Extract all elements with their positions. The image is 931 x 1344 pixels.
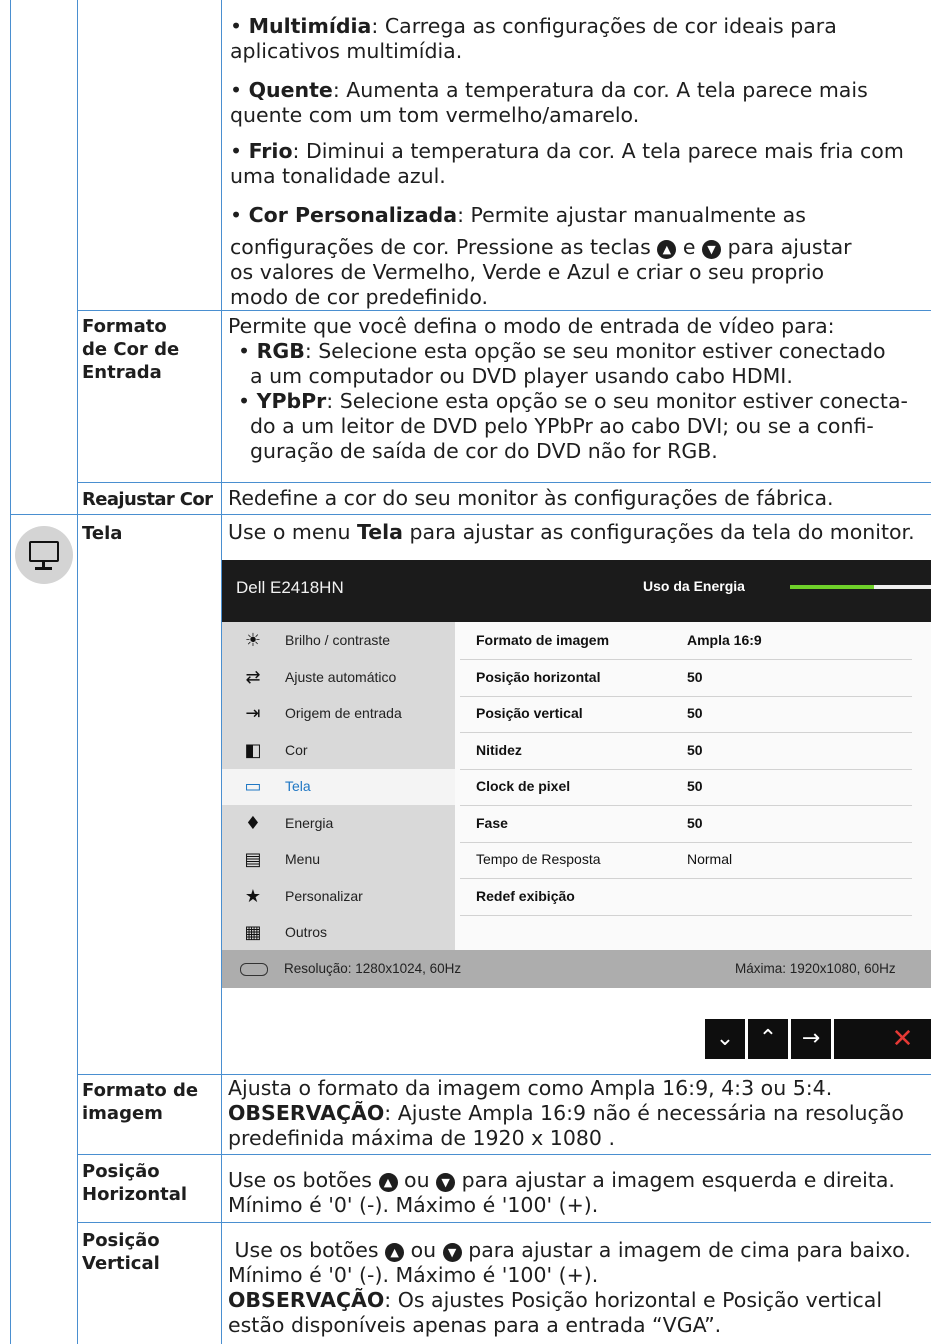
formato-cor-description: Permite que você defina o modo de entrad… [228,314,908,463]
osd-energy-label: Uso da Energia [643,578,745,594]
osd-menu-item[interactable]: Origem de entrada [285,705,402,721]
osd-menu-item[interactable]: Ajuste automático [285,669,396,685]
osd-menu-item[interactable]: Brilho / contraste [285,632,390,648]
up-button-icon: ▲ [657,240,677,259]
osd-row-label[interactable]: Redef exibição [476,888,575,904]
posicao-vertical-description: Use os botões ▲ ou ▼ para ajustar a imag… [228,1238,911,1337]
table-border-left [10,0,11,1344]
preset-frio: • Frio: Diminui a temperatura da cor. A … [230,139,904,188]
osd-menu-item[interactable]: Personalizar [285,888,363,904]
input-source-icon: ⇥ [245,703,261,724]
tela-monitor-icon [15,526,73,584]
osd-menu-item[interactable]: Outros [285,924,327,940]
osd-menu-item[interactable]: Menu [285,851,320,867]
energy-bar-track [874,585,931,589]
osd-row-separator [460,768,912,770]
osd-row-label[interactable]: Posição horizontal [476,669,600,685]
brightness-icon: ☀ [244,630,262,651]
down-button-icon: ▼ [436,1173,456,1192]
osd-row-value: 50 [687,778,703,794]
osd-menu-item[interactable]: Energia [285,815,333,831]
osd-row-label[interactable]: Tempo de Resposta [476,851,601,867]
row-divider [77,1074,931,1075]
osd-row-separator [460,732,912,733]
osd-row-value: Normal [687,851,733,867]
osd-row-separator [460,805,912,806]
row-divider [77,1154,931,1155]
energy-icon: ♦ [244,812,262,834]
osd-row-value: 50 [687,741,703,758]
label-tela: Tela [82,523,123,544]
osd-row-value: 50 [687,668,703,685]
down-button-icon: ▼ [442,1243,462,1262]
display-icon: ▭ [244,776,262,797]
osd-row-separator [460,914,912,916]
osd-row-separator [460,695,912,697]
row-divider [77,482,931,483]
preset-multimidia: • Multimídia: Carrega as configurações d… [230,14,837,63]
close-icon[interactable]: ✕ [874,1019,931,1059]
osd-menu-item[interactable]: Cor [285,742,308,758]
color-icon: ◧ [244,739,262,761]
row-divider [77,310,931,311]
formato-imagem-description: Ajusta o formato da imagem como Ampla 16… [228,1076,904,1150]
menu-icon: ▤ [244,849,262,870]
osd-row-separator [460,659,912,660]
label-posicao-horizontal: Posição Horizontal [82,1161,188,1205]
preset-cor-personalizada: • Cor Personalizada: Permite ajustar man… [230,203,852,309]
osd-row-separator [460,841,912,843]
auto-adjust-icon: ⇄ [245,666,261,688]
osd-row-label[interactable]: Formato de imagem [476,632,609,648]
osd-row-value: 50 [687,814,703,831]
osd-row-label[interactable]: Nitidez [476,742,522,758]
osd-menu-item[interactable]: Tela [285,778,311,794]
osd-row-value: Ampla 16:9 [687,632,762,648]
up-button-icon: ▲ [378,1173,398,1192]
osd-max-resolution: Máxima: 1920x1080, 60Hz [735,961,896,976]
star-icon: ★ [244,885,262,907]
osd-resolution: Resolução: 1280x1024, 60Hz [284,961,462,976]
osd-row-label[interactable]: Clock de pixel [476,778,570,794]
osd-row-value: 50 [687,705,703,721]
tela-description: Use o menu Tela para ajustar as configur… [228,520,915,544]
vga-connector-icon [240,963,268,976]
osd-row-label[interactable]: Posição vertical [476,705,583,721]
osd-row-separator [460,878,912,879]
up-button-icon: ▲ [385,1243,405,1262]
osd-footer: Resolução: 1280x1024, 60Hz Máxima: 1920x… [222,950,931,988]
osd-row-label[interactable]: Fase [476,815,508,831]
down-button-icon: ▼ [702,240,722,259]
energy-bar-fill [790,585,874,589]
osd-model-name: Dell E2418HN [236,578,344,597]
label-formato-imagem: Formato de imagem [82,1080,199,1124]
chevron-down-icon[interactable]: ⌄ [705,1019,745,1059]
preset-quente: • Quente: Aumenta a temperatura da cor. … [230,78,868,127]
table-border-col1 [77,0,78,1344]
others-icon: ▦ [244,922,262,943]
row-divider [10,514,931,515]
label-formato-cor: Formato de Cor de Entrada [82,316,180,383]
arrow-right-icon[interactable]: → [791,1019,831,1059]
posicao-horizontal-description: Use os botões ▲ ou ▼ para ajustar a imag… [228,1168,895,1217]
row-divider [77,1222,931,1223]
chevron-up-icon[interactable]: ⌃ [748,1019,788,1059]
reajustar-description: Redefine a cor do seu monitor às configu… [228,486,834,510]
label-reajustar-cor: Reajustar Cor [82,489,213,510]
label-posicao-vertical: Posição Vertical [82,1230,160,1274]
